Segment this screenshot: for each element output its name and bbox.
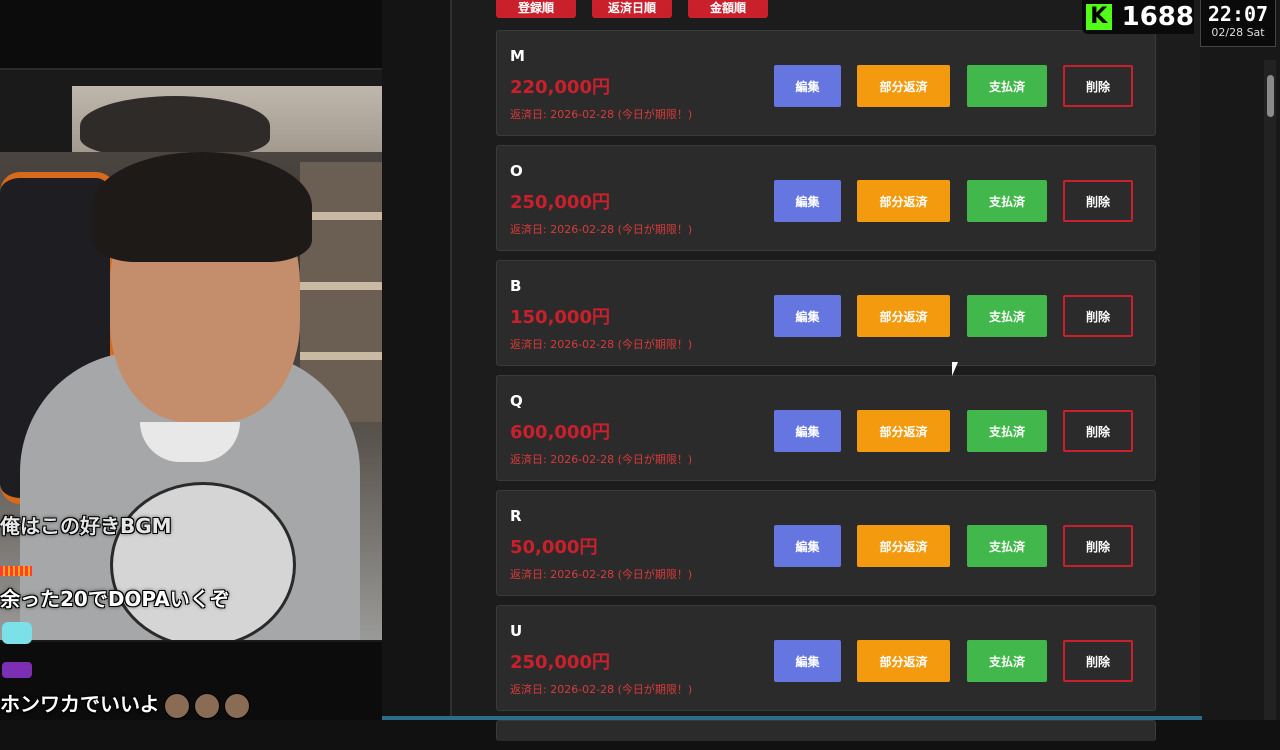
loan-due-date: 返済日: 2026-02-28 (今日が期限！) [510, 338, 693, 351]
edit-button[interactable]: 編集 [774, 295, 841, 337]
sort-by-amount-button[interactable]: 金額順 [688, 0, 768, 18]
edit-button[interactable]: 編集 [774, 640, 841, 682]
loan-actions: 編集 部分返済 支払済 削除 [774, 525, 1133, 567]
webcam-main-view [0, 152, 382, 640]
loan-name: M [510, 47, 525, 65]
loan-due-date: 返済日: 2026-02-28 (今日が期限！) [510, 568, 693, 581]
chat-message: 俺はこの好きBGM [0, 514, 172, 538]
kick-logo-icon: K [1086, 4, 1112, 30]
mouse-cursor-icon [952, 362, 958, 376]
loan-amount: 220,000円 [510, 77, 610, 98]
face-emote-icon [163, 692, 190, 719]
loan-name: R [510, 507, 522, 525]
loan-due-date: 返済日: 2026-02-28 (今日が期限！) [510, 683, 693, 696]
partial-repay-button[interactable]: 部分返済 [857, 525, 950, 567]
loan-card: B 150,000円 返済日: 2026-02-28 (今日が期限！) 編集 部… [496, 260, 1156, 366]
webcam-panel: 俺はこの好きBGM 余った20でDOPAいくぞ ホンワカでいいよ [0, 0, 382, 720]
delete-button[interactable]: 削除 [1063, 180, 1133, 222]
loan-amount: 600,000円 [510, 422, 610, 443]
loan-due-date: 返済日: 2026-02-28 (今日が期限！) [510, 223, 693, 236]
loan-card [496, 720, 1156, 741]
loan-actions: 編集 部分返済 支払済 削除 [774, 410, 1133, 452]
loan-card: M 220,000円 返済日: 2026-02-28 (今日が期限！) 編集 部… [496, 30, 1156, 136]
loan-amount: 150,000円 [510, 307, 610, 328]
loan-list: M 220,000円 返済日: 2026-02-28 (今日が期限！) 編集 部… [496, 30, 1156, 750]
partial-repay-button[interactable]: 部分返済 [857, 640, 950, 682]
edit-button[interactable]: 編集 [774, 65, 841, 107]
loan-due-date: 返済日: 2026-02-28 (今日が期限！) [510, 453, 693, 466]
edit-button[interactable]: 編集 [774, 180, 841, 222]
bottom-accent-line [382, 716, 1202, 720]
edit-button[interactable]: 編集 [774, 410, 841, 452]
loan-card: O 250,000円 返済日: 2026-02-28 (今日が期限！) 編集 部… [496, 145, 1156, 251]
viewer-count-widget: K 1688 [1082, 0, 1194, 34]
loan-name: U [510, 622, 523, 640]
page-gutter [382, 0, 450, 720]
edit-button[interactable]: 編集 [774, 525, 841, 567]
face-emote-icon [193, 692, 220, 719]
loan-actions: 編集 部分返済 支払済 削除 [774, 640, 1133, 682]
mark-paid-button[interactable]: 支払済 [967, 410, 1047, 452]
hoodie-graphic [110, 482, 296, 640]
delete-button[interactable]: 削除 [1063, 525, 1133, 567]
webcam-secondary-hair [80, 96, 270, 156]
clock-date: 02/28 Sat [1211, 26, 1265, 39]
mark-paid-button[interactable]: 支払済 [967, 295, 1047, 337]
chat-badge-icon [0, 566, 32, 576]
loan-amount: 250,000円 [510, 652, 610, 673]
loan-amount: 250,000円 [510, 192, 610, 213]
chat-message: ホンワカでいいよ [0, 688, 382, 719]
partial-repay-button[interactable]: 部分返済 [857, 180, 950, 222]
streamer-hair [92, 152, 312, 262]
clock-time: 22:07 [1207, 2, 1269, 26]
sort-bar: 登録順 返済日順 金額順 [496, 0, 768, 18]
mark-paid-button[interactable]: 支払済 [967, 640, 1047, 682]
delete-button[interactable]: 削除 [1063, 295, 1133, 337]
loan-due-date: 返済日: 2026-02-28 (今日が期限！) [510, 108, 693, 121]
shelf-board [300, 282, 382, 290]
sort-by-due-date-button[interactable]: 返済日順 [592, 0, 672, 18]
clock-widget: 22:07 02/28 Sat [1200, 0, 1276, 47]
partial-repay-button[interactable]: 部分返済 [857, 65, 950, 107]
face-emote-icon [223, 692, 250, 719]
loan-card: R 50,000円 返済日: 2026-02-28 (今日が期限！) 編集 部分… [496, 490, 1156, 596]
loan-amount: 50,000円 [510, 537, 598, 558]
loan-name: Q [510, 392, 523, 410]
loan-app: 登録順 返済日順 金額順 M 220,000円 返済日: 2026-02-28 … [450, 0, 1204, 741]
loan-card: Q 600,000円 返済日: 2026-02-28 (今日が期限！) 編集 部… [496, 375, 1156, 481]
loan-actions: 編集 部分返済 支払済 削除 [774, 295, 1133, 337]
tank-emote-icon [2, 662, 32, 678]
loan-actions: 編集 部分返済 支払済 削除 [774, 65, 1133, 107]
delete-button[interactable]: 削除 [1063, 640, 1133, 682]
loan-name: O [510, 162, 523, 180]
mark-paid-button[interactable]: 支払済 [967, 65, 1047, 107]
sort-by-registration-button[interactable]: 登録順 [496, 0, 576, 18]
mark-paid-button[interactable]: 支払済 [967, 525, 1047, 567]
page-scrollbar[interactable] [1264, 60, 1276, 720]
delete-button[interactable]: 削除 [1063, 410, 1133, 452]
partial-repay-button[interactable]: 部分返済 [857, 295, 950, 337]
loan-name: B [510, 277, 522, 295]
delete-button[interactable]: 削除 [1063, 65, 1133, 107]
chat-message-text: ホンワカでいいよ [0, 692, 160, 716]
chat-message: 余った20でDOPAいくぞ [0, 587, 230, 611]
mark-paid-button[interactable]: 支払済 [967, 180, 1047, 222]
ghost-emote-icon [2, 622, 32, 644]
loan-card: U 250,000円 返済日: 2026-02-28 (今日が期限！) 編集 部… [496, 605, 1156, 711]
partial-repay-button[interactable]: 部分返済 [857, 410, 950, 452]
viewer-count: 1688 [1121, 2, 1194, 32]
scrollbar-thumb[interactable] [1267, 75, 1274, 117]
shelf-board [300, 352, 382, 360]
shelf-board [300, 212, 382, 220]
loan-actions: 編集 部分返済 支払済 削除 [774, 180, 1133, 222]
